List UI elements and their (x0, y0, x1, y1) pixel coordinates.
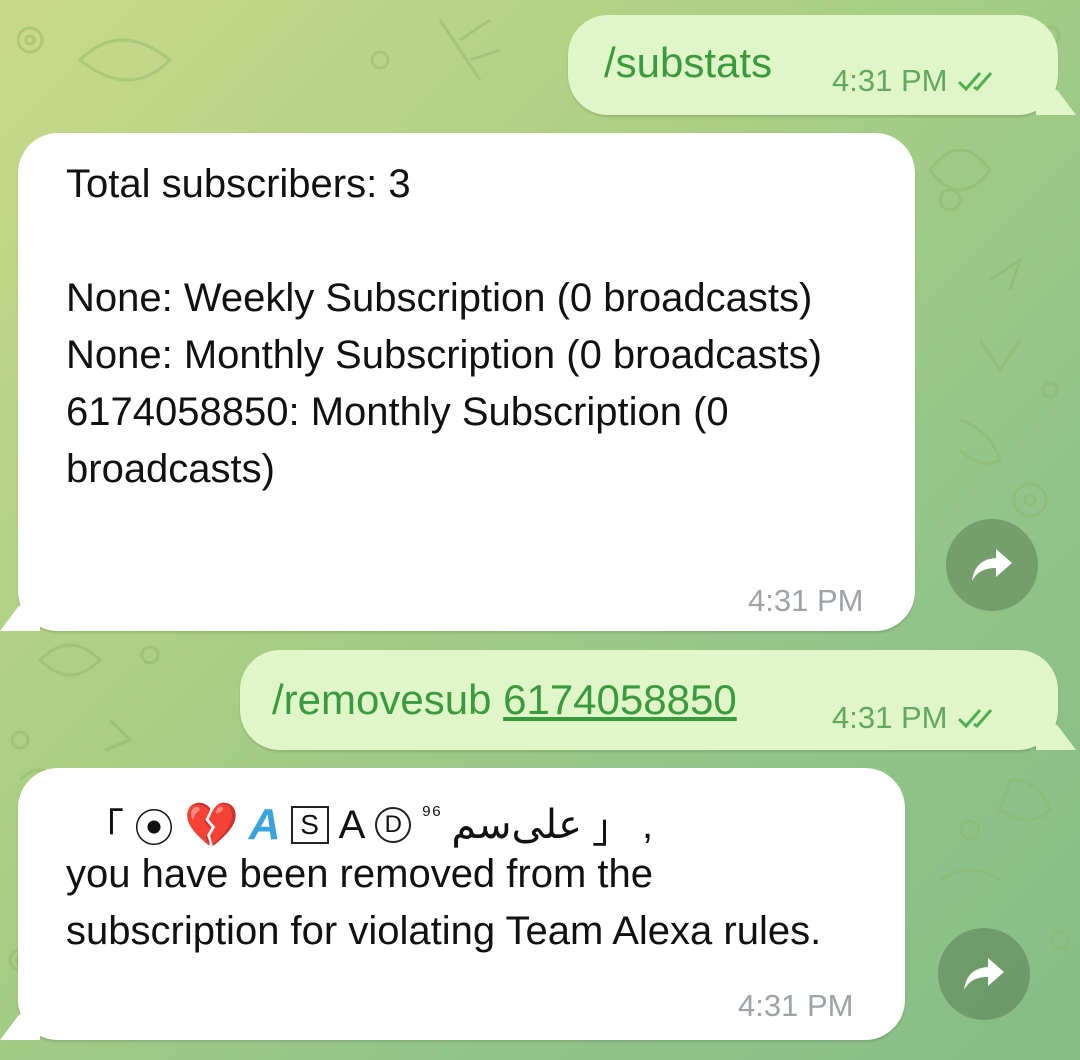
message-time: 4:31 PM (832, 63, 948, 98)
message-text: you have been removed from the subscript… (66, 852, 822, 953)
forward-button[interactable] (938, 928, 1030, 1020)
message-meta: 4:31 PM (832, 700, 1003, 736)
comma: , (642, 802, 654, 847)
superscript-number: ⁹⁶ (421, 801, 442, 828)
circled-letter: D (375, 807, 412, 843)
message-meta: 4:31 PM (832, 63, 1003, 99)
command-argument-link[interactable]: 6174058850 (503, 676, 737, 723)
incoming-message-bubble[interactable]: 「 ⦿ 💔 A S A D ⁹⁶ علی‌سم 」 , you have bee… (18, 768, 905, 1040)
arabic-name: علی‌سم (451, 803, 583, 847)
command-text[interactable]: /removesub 6174058850 (272, 676, 737, 724)
double-check-icon (958, 72, 993, 92)
message-text: Total subscribers: 3 None: Weekly Subscr… (66, 162, 822, 491)
incoming-message-bubble[interactable]: Total subscribers: 3 None: Weekly Subscr… (18, 133, 915, 631)
double-check-icon (958, 709, 993, 729)
boxed-letter: S (290, 806, 329, 844)
letter: A (338, 802, 366, 847)
share-arrow-icon (964, 958, 1004, 990)
stylized-letter: A (248, 800, 281, 849)
broken-heart-icon: 💔 (184, 801, 239, 850)
outgoing-message-bubble[interactable]: /removesub 6174058850 4:31 PM (240, 650, 1058, 750)
outgoing-message-bubble[interactable]: /substats 4:31 PM (568, 15, 1058, 115)
message-time: 4:31 PM (832, 700, 948, 735)
message-time: 4:31 PM (748, 583, 864, 618)
command-name[interactable]: /removesub (272, 676, 491, 723)
share-arrow-icon (972, 549, 1012, 581)
forward-button[interactable] (946, 519, 1038, 611)
command-text[interactable]: /substats (604, 39, 772, 87)
message-time: 4:31 PM (738, 988, 854, 1023)
